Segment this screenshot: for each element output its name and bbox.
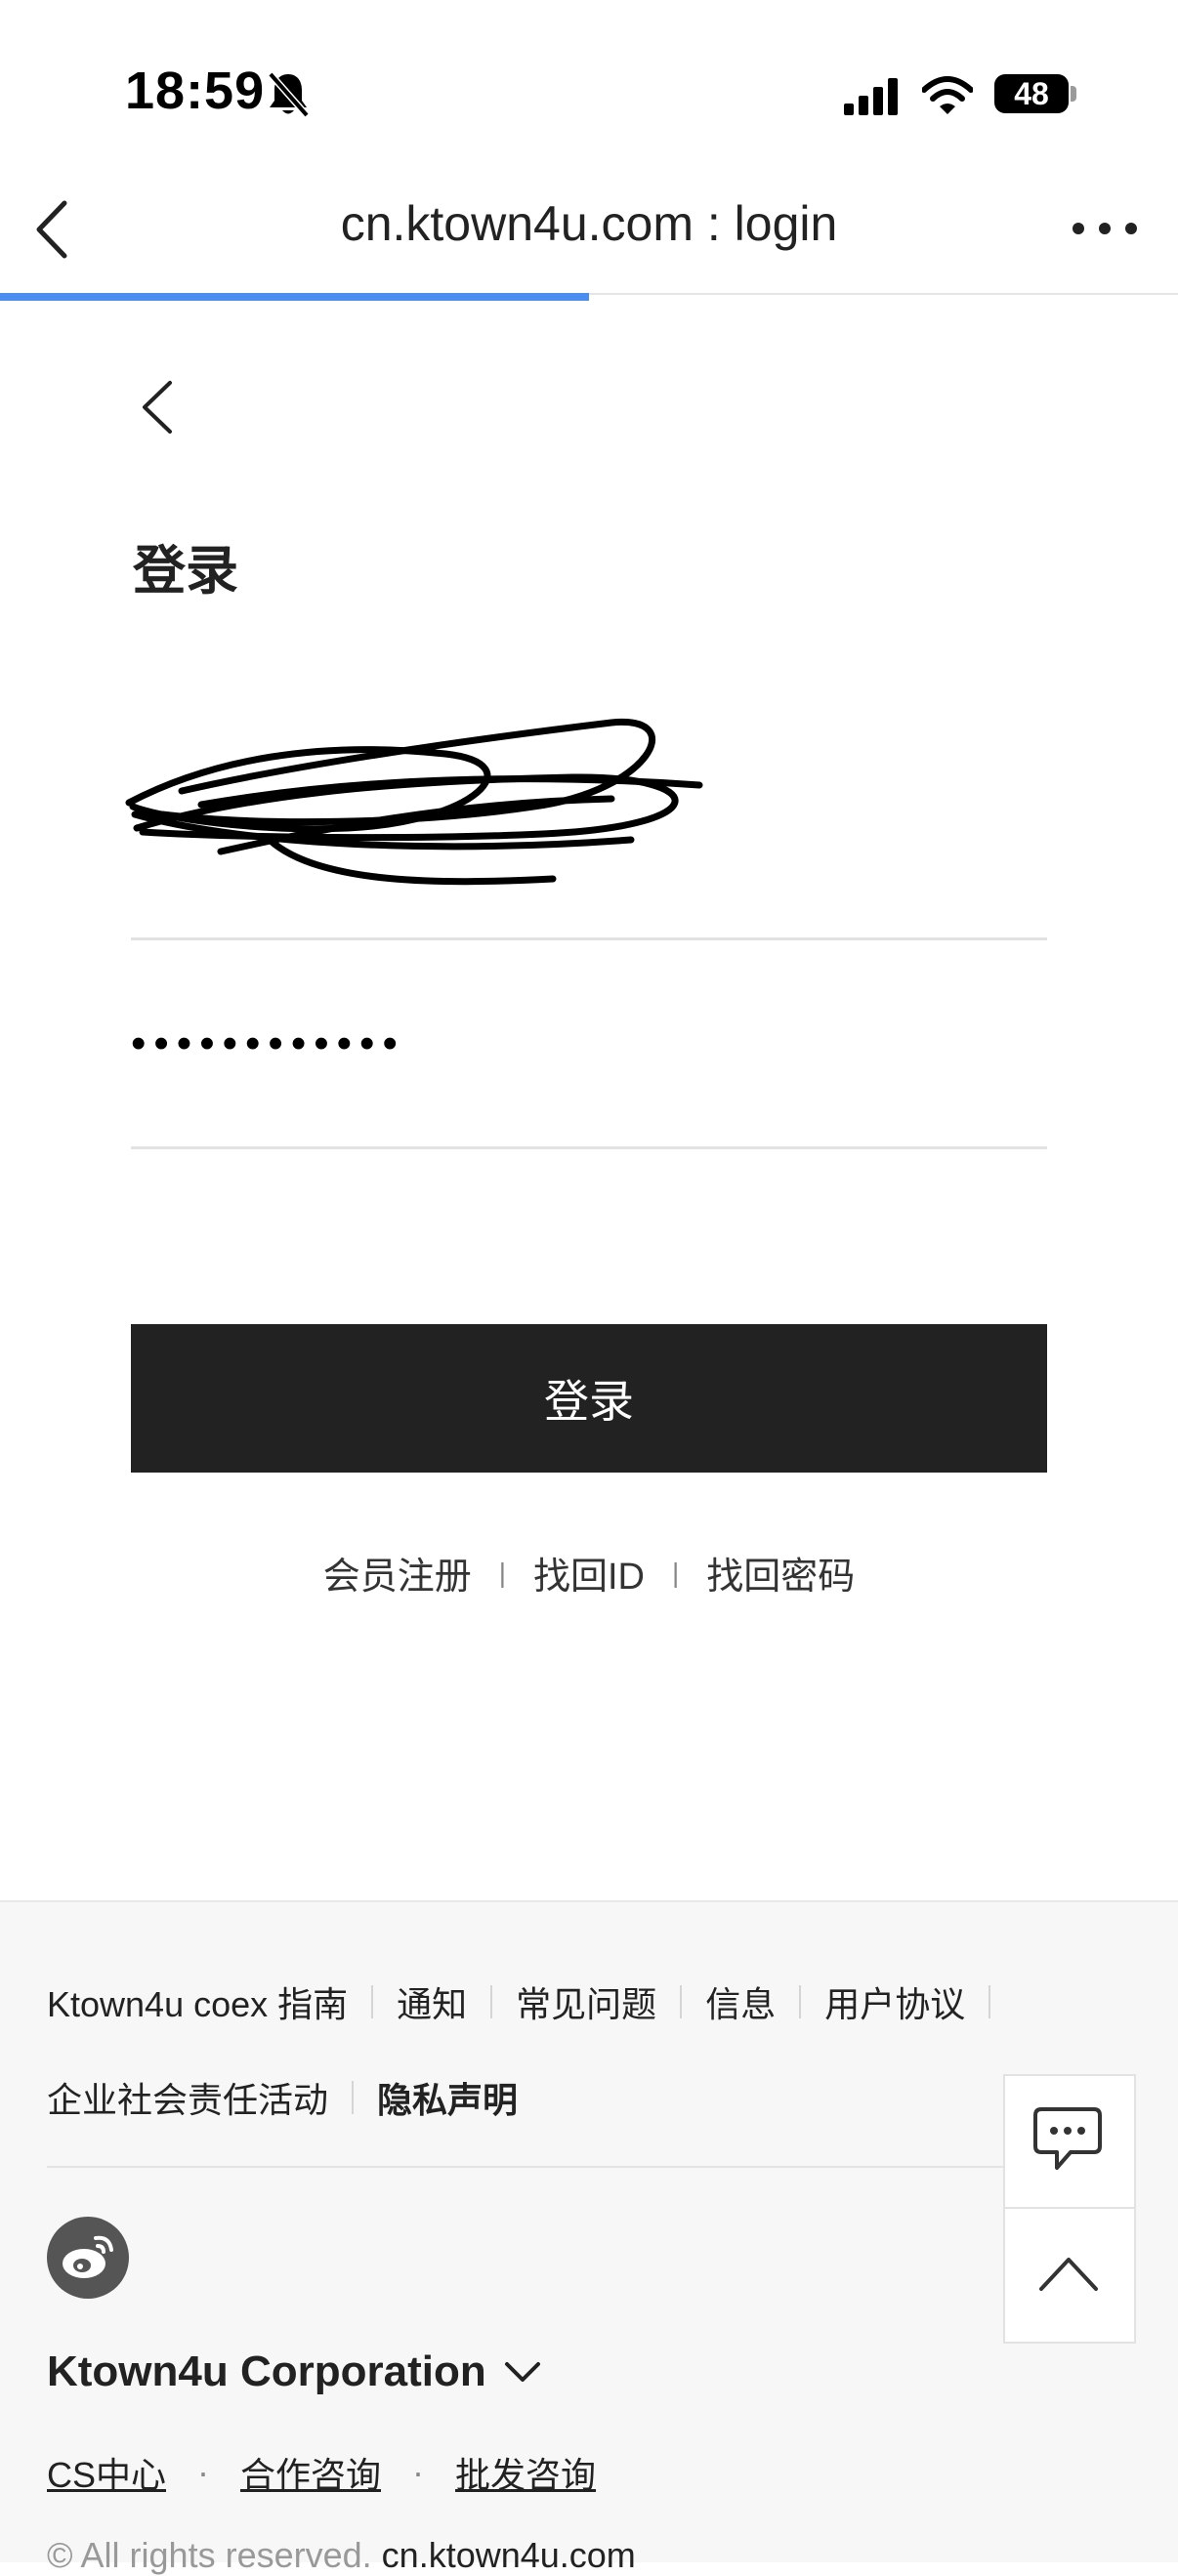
password-input[interactable] — [131, 990, 1047, 1098]
wifi-icon — [922, 76, 973, 115]
chevron-up-icon[interactable] — [1037, 2254, 1100, 2293]
link-separator: | — [672, 1557, 680, 1588]
find-password-link[interactable]: 找回密码 — [706, 1546, 855, 1600]
footer-divider — [352, 2081, 355, 2114]
cs-links: CS中心 · 合作咨询 · 批发咨询 — [47, 2447, 596, 2498]
register-link[interactable]: 会员注册 — [323, 1546, 472, 1600]
battery-icon: 48 — [994, 74, 1069, 113]
company-name-label: Ktown4u Corporation — [47, 2347, 486, 2395]
password-underline — [131, 1146, 1047, 1149]
cs-separator: · — [197, 2452, 210, 2492]
footer-divider — [680, 1985, 683, 2018]
chevron-down-icon — [504, 2360, 541, 2384]
chat-bubble-icon[interactable] — [1031, 2105, 1104, 2176]
weibo-icon[interactable] — [47, 2217, 129, 2299]
company-name[interactable]: Ktown4u Corporation — [47, 2347, 541, 2396]
floating-divider — [1003, 2207, 1134, 2209]
redaction-scribble — [123, 713, 738, 904]
footer-links-row-1: Ktown4u coex 指南 通知 常见问题 信息 用户协议 — [47, 1976, 1014, 2027]
copyright-site: cn.ktown4u.com — [381, 2535, 636, 2575]
footer-rule — [47, 2166, 1004, 2168]
footer-link-faq[interactable]: 常见问题 — [516, 1976, 656, 2027]
page-title: 登录 — [133, 542, 238, 601]
footer-link-info[interactable]: 信息 — [705, 1976, 776, 2027]
wholesale-link[interactable]: 批发咨询 — [455, 2447, 596, 2498]
user-id-underline — [131, 937, 1047, 940]
copyright: © All rights reserved. cn.ktown4u.com — [47, 2535, 636, 2576]
page-load-progress — [0, 293, 589, 301]
status-time: 18:59 — [125, 62, 266, 120]
cs-separator: · — [412, 2452, 425, 2492]
footer-link-terms[interactable]: 用户协议 — [824, 1976, 965, 2027]
footer-link-guide[interactable]: Ktown4u coex 指南 — [47, 1976, 348, 2027]
partnership-link[interactable]: 合作咨询 — [240, 2447, 381, 2498]
footer-divider — [490, 1985, 493, 2018]
bell-slash-icon — [266, 70, 311, 119]
footer-divider — [799, 1985, 802, 2018]
account-links: 会员注册 | 找回ID | 找回密码 — [0, 1546, 1178, 1600]
page-back-icon[interactable] — [139, 379, 174, 436]
footer-divider — [371, 1985, 374, 2018]
cs-center-link[interactable]: CS中心 — [47, 2447, 166, 2498]
footer-divider — [989, 1985, 991, 2018]
footer-link-csr[interactable]: 企业社会责任活动 — [47, 2072, 328, 2123]
login-button[interactable]: 登录 — [131, 1324, 1047, 1473]
more-horizontal-icon[interactable] — [1071, 221, 1139, 236]
cellular-signal-icon — [844, 78, 901, 115]
footer-link-notice[interactable]: 通知 — [397, 1976, 467, 2027]
browser-title: cn.ktown4u.com : login — [340, 196, 838, 251]
battery-cap — [1071, 86, 1076, 102]
footer-links-row-2: 企业社会责任活动 隐私声明 — [47, 2072, 518, 2123]
link-separator: | — [498, 1557, 506, 1588]
find-id-link[interactable]: 找回ID — [533, 1546, 645, 1600]
copyright-text: © All rights reserved. — [47, 2535, 372, 2575]
footer-link-privacy[interactable]: 隐私声明 — [377, 2072, 518, 2123]
